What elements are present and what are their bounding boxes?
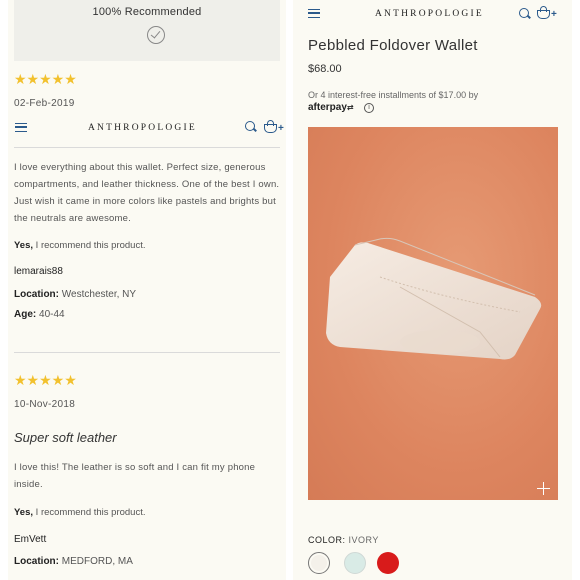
review-body: I love this! The leather is so soft and … xyxy=(14,462,256,490)
location-value: MEDFORD, MA xyxy=(61,556,133,567)
product-price: $68.00 xyxy=(308,63,342,75)
recommend-text: I recommend this product. xyxy=(35,240,146,251)
menu-icon[interactable] xyxy=(15,123,27,132)
menu-icon[interactable] xyxy=(308,9,320,18)
age-value: 40-44 xyxy=(39,309,65,320)
reviewer-location: Location: Westchester, NY xyxy=(14,289,136,300)
swatch-ivory[interactable] xyxy=(308,552,330,574)
recommend-text: I recommend this product. xyxy=(35,507,146,518)
basket-icon[interactable]: + xyxy=(537,6,557,20)
location-value: Westchester, NY xyxy=(61,289,137,300)
recommend-yes: Yes, xyxy=(14,240,34,251)
review-date: 02-Feb-2019 xyxy=(14,98,75,109)
reviewer-name: lemarais88 xyxy=(14,266,63,277)
search-icon[interactable] xyxy=(245,121,256,132)
divider xyxy=(14,352,280,353)
product-panel: ANTHROPOLOGIE + Pebbled Foldover Wallet … xyxy=(293,0,572,580)
swatch-red[interactable] xyxy=(377,552,399,574)
location-label: Location: xyxy=(14,289,59,300)
reviews-panel: 100% Recommended ★★★★★ 02-Feb-2019 ANTHR… xyxy=(8,0,286,580)
color-value: IVORY xyxy=(348,535,379,545)
color-label-text: COLOR: xyxy=(308,535,346,545)
afterpay-arrows-icon: ⇄ xyxy=(346,103,354,112)
recommend-yes: Yes, xyxy=(14,507,34,518)
basket-icon[interactable]: + xyxy=(264,120,284,134)
installments-text: Or 4 interest-free installments of $17.0… xyxy=(308,90,479,100)
check-circle-icon xyxy=(147,26,165,44)
carousel-dots[interactable] xyxy=(314,490,329,500)
swatch-mint[interactable] xyxy=(344,552,366,574)
recommend-line: Yes, I recommend this product. xyxy=(14,507,146,518)
product-image[interactable] xyxy=(308,127,558,500)
color-label: COLOR: IVORY xyxy=(308,535,379,545)
reviewer-name: EmVett xyxy=(14,534,47,545)
review-date: 10-Nov-2018 xyxy=(14,399,76,410)
logo[interactable]: ANTHROPOLOGIE xyxy=(88,123,197,133)
reviewer-age: Age: 40-44 xyxy=(14,309,65,320)
recommend-line: Yes, I recommend this product. xyxy=(14,240,146,251)
divider xyxy=(14,147,280,148)
site-header: ANTHROPOLOGIE + xyxy=(293,0,572,36)
logo[interactable]: ANTHROPOLOGIE xyxy=(375,9,484,19)
star-rating: ★★★★★ xyxy=(14,71,77,87)
wallet-image xyxy=(326,237,542,360)
recommended-summary: 100% Recommended xyxy=(14,0,280,61)
product-title: Pebbled Foldover Wallet xyxy=(308,37,478,54)
search-icon[interactable] xyxy=(519,8,530,19)
reviewer-location: Location: MEDFORD, MA xyxy=(14,556,133,567)
site-header: ANTHROPOLOGIE + xyxy=(8,112,286,148)
recommended-text: 100% Recommended xyxy=(92,6,202,18)
age-label: Age: xyxy=(14,309,37,320)
afterpay-logo: afterpay⇄ xyxy=(308,102,354,113)
info-icon[interactable]: i xyxy=(364,103,374,113)
location-label: Location: xyxy=(14,556,59,567)
review-body: I love everything about this wallet. Per… xyxy=(14,162,280,224)
afterpay-text: afterpay xyxy=(308,102,347,113)
review-title: Super soft leather xyxy=(14,430,117,445)
star-rating: ★★★★★ xyxy=(14,372,77,388)
zoom-plus-icon[interactable] xyxy=(537,482,550,495)
